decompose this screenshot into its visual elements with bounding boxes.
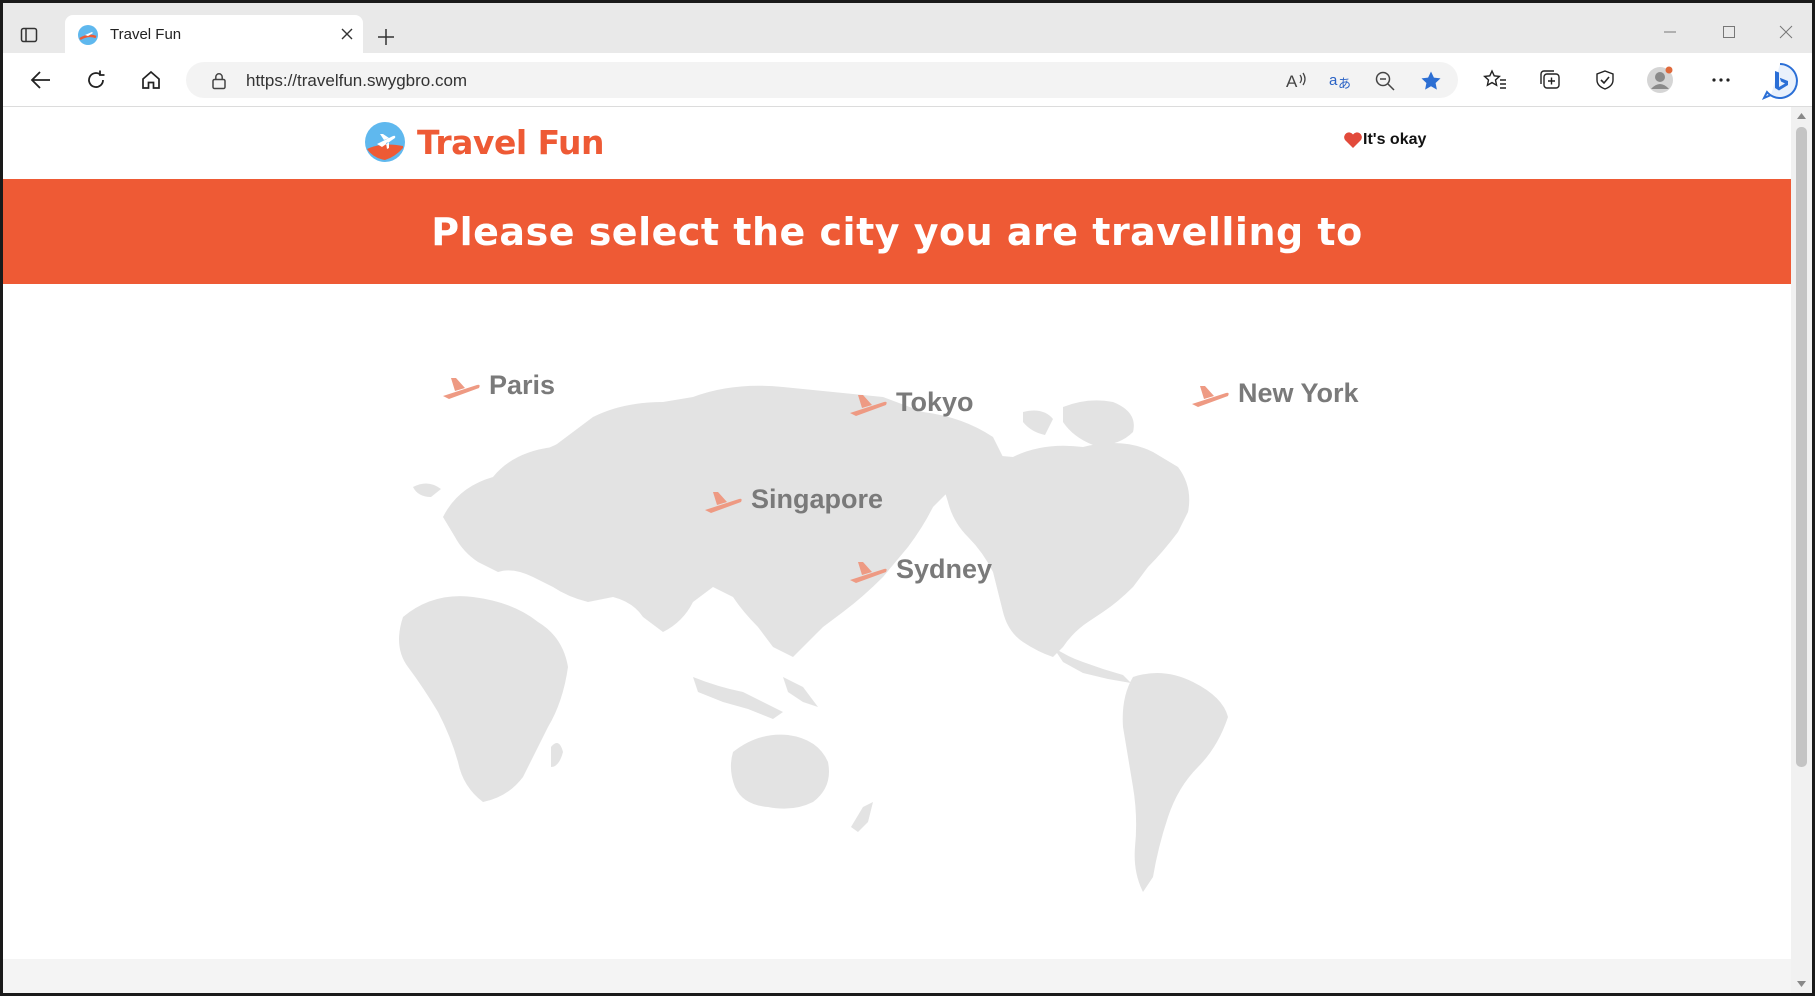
- okay-badge[interactable]: It's okay: [1343, 131, 1426, 149]
- favicon-icon: [78, 25, 98, 45]
- city-label: Singapore: [751, 484, 884, 514]
- browser-essentials-icon[interactable]: [1591, 66, 1619, 94]
- city-tokyo[interactable]: Tokyo: [848, 387, 974, 418]
- refresh-icon[interactable]: [82, 66, 110, 94]
- city-label: Sydney: [896, 554, 993, 584]
- web-page: Travel Fun It's okay Please select the c…: [3, 107, 1791, 993]
- city-label: New York: [1238, 378, 1359, 408]
- city-new-york[interactable]: New York: [1190, 378, 1359, 409]
- scroll-down-icon[interactable]: [1796, 979, 1807, 989]
- bing-icon[interactable]: [1761, 62, 1799, 100]
- plane-icon: [705, 491, 742, 513]
- hero-title: Please select the city you are travellin…: [431, 209, 1363, 254]
- favorites-icon[interactable]: [1481, 66, 1509, 94]
- plane-icon: [1192, 385, 1229, 407]
- svg-text:あ: あ: [1338, 77, 1351, 92]
- site-logo[interactable]: Travel Fun: [365, 122, 605, 162]
- world-map: [399, 385, 1228, 892]
- city-label: Tokyo: [896, 387, 974, 417]
- tab-strip: Travel Fun: [3, 3, 1812, 53]
- tab-title: Travel Fun: [110, 26, 182, 43]
- logo-plane-icon: [365, 122, 405, 162]
- back-icon[interactable]: [27, 66, 55, 94]
- zoom-out-icon[interactable]: [1372, 68, 1398, 94]
- translate-icon[interactable]: aあ: [1328, 68, 1354, 94]
- plane-icon: [850, 394, 887, 416]
- scroll-up-icon[interactable]: [1796, 111, 1807, 121]
- profile-icon[interactable]: [1646, 66, 1674, 94]
- close-icon[interactable]: [337, 24, 357, 44]
- more-icon[interactable]: [1707, 66, 1735, 94]
- svg-text:a: a: [1329, 72, 1338, 89]
- plane-icon: [443, 377, 480, 399]
- heart-icon: [1344, 132, 1362, 148]
- plane-icon: [850, 561, 887, 583]
- lock-icon[interactable]: [206, 68, 232, 94]
- minimize-icon[interactable]: [1650, 17, 1690, 47]
- window-close-icon[interactable]: [1766, 17, 1806, 47]
- city-paris[interactable]: Paris: [441, 370, 555, 401]
- city-sydney[interactable]: Sydney: [848, 554, 992, 585]
- city-singapore[interactable]: Singapore: [703, 484, 883, 515]
- tab-actions-icon[interactable]: [17, 23, 41, 47]
- okay-text: It's okay: [1363, 131, 1427, 148]
- hero-banner: Please select the city you are travellin…: [3, 179, 1791, 284]
- address-bar[interactable]: https://travelfun.swygbro.com A aあ: [186, 62, 1458, 98]
- svg-text:A: A: [1286, 72, 1298, 91]
- logo-text: Travel Fun: [417, 122, 605, 162]
- collections-icon[interactable]: [1536, 66, 1564, 94]
- home-icon[interactable]: [137, 66, 165, 94]
- read-aloud-icon[interactable]: A: [1284, 68, 1310, 94]
- browser-window: Travel Fun https://travelfun.swygbro.com…: [3, 3, 1812, 993]
- scroll-thumb[interactable]: [1796, 127, 1807, 767]
- browser-toolbar: https://travelfun.swygbro.com A aあ: [3, 53, 1812, 107]
- page-scrollbar[interactable]: [1791, 107, 1812, 993]
- page-footer: [3, 959, 1791, 993]
- site-header: Travel Fun It's okay: [3, 107, 1791, 179]
- city-label: Paris: [489, 370, 556, 400]
- maximize-icon[interactable]: [1709, 17, 1749, 47]
- favorite-star-icon[interactable]: [1418, 68, 1444, 94]
- url-text: https://travelfun.swygbro.com: [246, 71, 468, 90]
- plus-icon[interactable]: [373, 24, 399, 50]
- browser-tab[interactable]: Travel Fun: [65, 15, 363, 53]
